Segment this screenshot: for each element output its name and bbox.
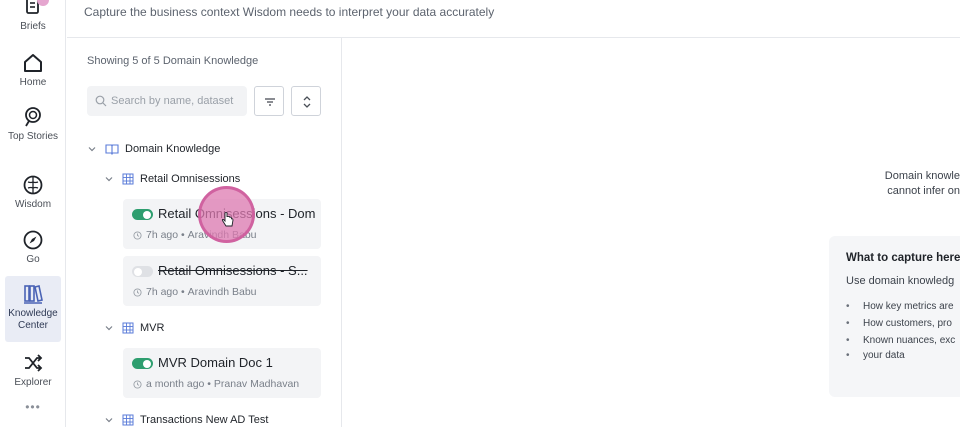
chevron-down-icon[interactable] bbox=[104, 174, 114, 184]
chevron-down-icon[interactable] bbox=[104, 415, 114, 425]
chevron-down-icon[interactable] bbox=[104, 323, 114, 333]
enable-toggle[interactable] bbox=[132, 358, 153, 369]
doc-time: a month ago bbox=[146, 378, 205, 390]
nav-home[interactable]: Home bbox=[5, 52, 61, 89]
hint-line-1: Domain knowle bbox=[884, 170, 960, 182]
enable-toggle[interactable] bbox=[132, 209, 153, 220]
nav-go[interactable]: Go bbox=[5, 229, 61, 266]
tree-group-retail-omnisessions[interactable]: Retail Omnisessions bbox=[104, 170, 240, 188]
doc-title: MVR Domain Doc 1 bbox=[158, 355, 273, 370]
hint-line-2: cannot infer on bbox=[887, 185, 960, 197]
capture-bullet: your data bbox=[846, 347, 955, 364]
meta-separator: • bbox=[204, 378, 214, 390]
capture-bullet: How customers, pro bbox=[846, 315, 955, 332]
top-stories-icon bbox=[25, 107, 41, 127]
sort-button[interactable] bbox=[291, 86, 321, 116]
clock-icon bbox=[133, 379, 142, 389]
doc-meta: a month ago • Pranav Madhavan bbox=[133, 378, 299, 390]
enable-toggle[interactable] bbox=[132, 266, 153, 277]
clock-icon bbox=[133, 230, 142, 240]
nav-knowledge-center[interactable]: Knowledge Center bbox=[5, 276, 61, 342]
clock-icon bbox=[133, 287, 142, 297]
dataset-grid-icon bbox=[122, 322, 134, 334]
tree-group-label: Transactions New AD Test bbox=[140, 414, 269, 426]
nav-knowledge-center-label: Knowledge Center bbox=[8, 308, 58, 331]
nav-wisdom-label: Wisdom bbox=[14, 199, 52, 210]
doc-card[interactable]: Retail Omnisessions - S... 7h ago • Arav… bbox=[123, 256, 321, 306]
capture-bullet: How key metrics are bbox=[846, 298, 955, 315]
tree-group-label: MVR bbox=[140, 322, 165, 334]
filter-icon bbox=[265, 98, 275, 106]
page-subtitle: Capture the business context Wisdom need… bbox=[84, 5, 495, 19]
tree-root-label: Domain Knowledge bbox=[125, 143, 221, 155]
empty-state-hint: Domain knowle cannot infer on bbox=[840, 169, 960, 199]
nav-wisdom[interactable]: Wisdom bbox=[5, 174, 61, 211]
doc-title: Retail Omnisessions - S... bbox=[158, 263, 308, 278]
brain-icon bbox=[23, 175, 43, 195]
chevron-down-icon[interactable] bbox=[87, 144, 97, 154]
more-options-icon[interactable]: ••• bbox=[0, 400, 66, 414]
nav-home-label: Home bbox=[19, 77, 47, 88]
doc-card[interactable]: MVR Domain Doc 1 a month ago • Pranav Ma… bbox=[123, 348, 321, 398]
capture-bullets: How key metrics are How customers, pro K… bbox=[846, 298, 955, 364]
tree-root-domain-knowledge[interactable]: Domain Knowledge bbox=[87, 140, 220, 158]
hand-pointer-icon bbox=[221, 211, 234, 227]
search-icon bbox=[95, 95, 107, 107]
filter-button[interactable] bbox=[254, 86, 284, 116]
nav-explorer[interactable]: Explorer bbox=[5, 352, 61, 389]
compass-icon bbox=[23, 230, 43, 250]
doc-time: 7h ago bbox=[146, 229, 179, 241]
capture-guidance-card: What to capture here? Use domain knowled… bbox=[829, 236, 960, 397]
nav-top-stories[interactable]: Top Stories bbox=[5, 106, 61, 143]
nav-briefs[interactable]: Briefs bbox=[5, 0, 61, 33]
nav-top-stories-label: Top Stories bbox=[7, 131, 59, 142]
books-icon bbox=[24, 285, 43, 304]
capture-title: What to capture here? bbox=[846, 252, 960, 264]
nav-go-label: Go bbox=[26, 254, 40, 265]
dataset-grid-icon bbox=[122, 173, 134, 185]
results-count: Showing 5 of 5 Domain Knowledge bbox=[87, 55, 259, 67]
app-root: Briefs Home Top Stories Wisdom Go Knowle… bbox=[0, 0, 960, 427]
capture-subtitle: Use domain knowledg bbox=[846, 275, 955, 287]
search-input[interactable] bbox=[111, 86, 243, 116]
book-open-icon bbox=[105, 144, 119, 155]
dataset-grid-icon bbox=[122, 414, 134, 426]
home-icon bbox=[24, 54, 42, 72]
meta-separator: • bbox=[178, 286, 188, 298]
tree-group-mvr[interactable]: MVR bbox=[104, 319, 164, 337]
nav-briefs-label: Briefs bbox=[20, 21, 46, 32]
left-nav-rail: Briefs Home Top Stories Wisdom Go Knowle… bbox=[0, 0, 66, 427]
doc-author: Aravindh Babu bbox=[187, 286, 257, 298]
meta-separator: • bbox=[178, 229, 188, 241]
tree-group-label: Retail Omnisessions bbox=[140, 173, 241, 185]
shuffle-icon bbox=[25, 354, 43, 372]
sort-icon bbox=[303, 96, 311, 108]
doc-meta: 7h ago • Aravindh Babu bbox=[133, 286, 257, 298]
doc-author: Pranav Madhavan bbox=[213, 378, 300, 390]
nav-explorer-label: Explorer bbox=[14, 377, 52, 388]
search-box bbox=[87, 86, 247, 116]
tree-group-transactions-new-ad-test[interactable]: Transactions New AD Test bbox=[104, 411, 268, 427]
doc-time: 7h ago bbox=[146, 286, 179, 298]
